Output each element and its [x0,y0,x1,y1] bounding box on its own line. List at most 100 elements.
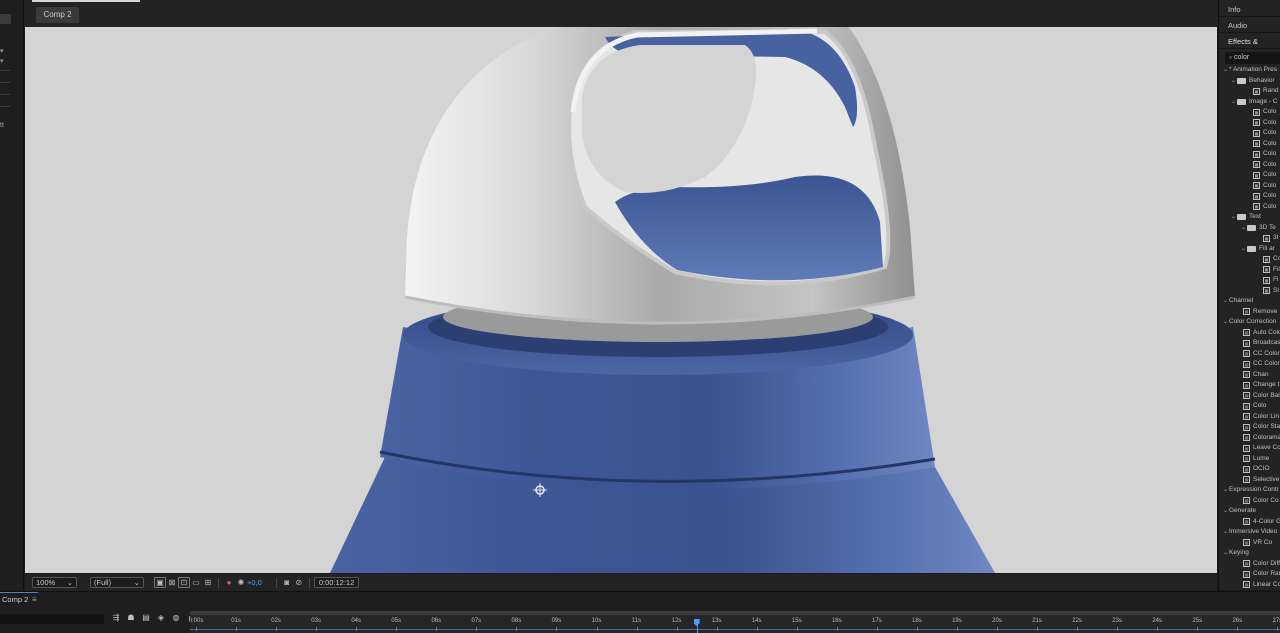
effects-tree-item[interactable]: ▦ Colo [1253,118,1276,128]
effects-presets-tab[interactable]: Effects & Presets [1219,34,1280,61]
effects-tree-item[interactable]: ▦ Rand [1253,86,1279,96]
chevron-down-icon[interactable]: ▾ [0,57,8,65]
preset-icon: ▦ [1253,182,1260,189]
effects-tree-item[interactable]: ▤ Broadcas [1243,338,1280,348]
effects-tree-item[interactable]: ▦ Fil [1263,265,1280,275]
channel-rgb-icon[interactable]: ● [223,577,235,588]
effects-tree-item[interactable]: ▦ Colo [1253,128,1276,138]
time-ruler-tick-label: 18s [912,618,922,624]
transparency-grid-icon[interactable]: ⊠ [166,577,178,588]
reset-exposure-icon[interactable]: ✺ [235,577,247,588]
camera-icon[interactable]: ◙ [281,577,293,588]
effects-tree-item[interactable]: ▦ Fl [1263,275,1278,285]
effects-tree-item[interactable]: ▦ Colo [1253,149,1276,159]
effects-tree-item[interactable]: ⌄ Color Correction [1223,317,1276,327]
effects-tree-item[interactable]: ▤ Remove [1243,307,1277,317]
effects-tree-item[interactable]: ▤ Colorama [1243,433,1280,443]
time-ruler-tick-label: 25s [1192,618,1203,624]
effects-tree-item[interactable]: ▤ Selective [1243,475,1279,485]
timeline-comp-tab[interactable]: Comp 2 [2,595,28,604]
effects-tree-item[interactable]: ▤ CC Color [1243,359,1280,369]
magnification-dropdown[interactable]: 100% ⌄ [32,577,77,588]
effects-tree-item[interactable]: ▤ Color Co [1243,496,1279,506]
timeline-search-input[interactable] [0,614,104,624]
effects-tree-item-label: Co [1273,255,1280,262]
effects-tree-item[interactable]: ▤ Color Bal [1243,391,1280,401]
effects-tree-item[interactable]: ⌄ Channel [1223,296,1253,306]
preset-icon: ▦ [1253,150,1260,158]
effects-tree-item[interactable]: ▤ Lume [1243,454,1269,464]
effects-tree-item-label: OCIO [1253,465,1270,472]
time-ruler-tick-label: 06s [431,618,442,624]
effects-tree-item-label: Change t [1253,381,1280,388]
draft-3d-icon[interactable]: ☗ [126,613,136,623]
time-ruler-tick-label: 05s [391,618,402,624]
time-ruler-tick-label: 09s [551,618,562,624]
effects-tree-item[interactable]: ▦ Colo [1253,202,1276,212]
effects-tree-item[interactable]: ⌄ Generate [1223,506,1256,516]
time-ruler-tick-label: 22s [1072,618,1082,624]
effects-tree-item[interactable]: ⌄ Text [1231,212,1261,222]
effects-tree-item[interactable]: ⌄ 3D Te [1241,223,1276,233]
motion-blur-icon[interactable]: ◍ [171,613,181,623]
effects-tree-item-label: Fil [1273,265,1280,273]
exposure-value[interactable]: +0,0 [247,578,262,587]
effects-tree-item[interactable]: ▤ Color Lin [1243,412,1279,422]
work-area-bar[interactable] [190,611,1280,615]
composition-viewer[interactable] [25,27,1217,573]
effects-tree-item[interactable]: ▤ 4-Color G [1243,517,1280,527]
time-ruler[interactable]: 0:00s 01s 02s 03s 04s 05s 06s 07s 08s 09s 10s 11s 12… [189,611,1280,633]
show-snapshot-icon[interactable]: ⊘ [293,577,305,588]
effects-tree-item[interactable]: ▤ Chan [1243,370,1269,380]
effects-tree-item[interactable]: ▦ Sl [1263,286,1279,296]
effects-tree-item[interactable]: ▦ 3I [1263,233,1278,243]
time-ruler-tick [316,627,318,631]
fast-previews-icon[interactable]: ▣ [154,577,166,588]
effects-tree-item[interactable]: ▦ Colo [1253,160,1276,170]
menu-icon[interactable]: ≡ [32,595,37,604]
effects-tree-item[interactable]: ▤ Linear Co [1243,580,1280,590]
effects-tree-item[interactable]: ▤ OCIO [1243,464,1270,474]
effects-tree-item[interactable]: ▦ Colo [1253,107,1276,117]
audio-tab[interactable]: Audio [1219,18,1280,33]
effects-tree-item[interactable]: ▤ Leave Co [1243,443,1280,453]
chevron-down-icon[interactable]: ▾ [0,47,8,55]
shy-layers-icon[interactable]: ▤ [141,613,151,623]
frame-blending-icon[interactable]: ◈ [156,613,166,623]
mask-visibility-icon[interactable]: ▭ [190,577,202,588]
effects-tree-item[interactable]: ▤ Color Ran [1243,569,1280,579]
effects-tree-item[interactable]: ⌄ Keying [1223,548,1249,558]
resolution-dropdown[interactable]: (Full) ⌄ [90,577,144,588]
effects-search-input[interactable]: ⌕ color [1225,52,1280,64]
project-item-label: tt [0,122,4,129]
effects-tree-item[interactable]: ▤ Auto Colo [1243,328,1280,338]
effects-tree-item[interactable]: ▦ Colo [1253,170,1276,180]
info-tab[interactable]: Info [1219,2,1280,17]
effects-tree-item[interactable]: ⌄ * Animation Pres [1223,65,1277,75]
effects-tree-item[interactable]: ⌄ Image - C [1231,97,1278,107]
effects-tree-item[interactable]: ⌄ Immersive Video [1223,527,1277,537]
effects-tree-item[interactable]: ▤ CC Color [1243,349,1280,359]
resolution-value: (Full) [94,578,112,587]
effects-tree-item[interactable]: ▤ Colo [1243,401,1266,411]
effects-tree-item-label: Colorama [1253,433,1280,441]
composition-mini-flowchart-icon[interactable]: ⇶ [111,613,121,623]
time-ruler-tick [236,627,238,631]
effects-tree-item[interactable]: ▤ Color Diff [1243,559,1280,569]
effects-tree-item[interactable]: ▦ Colo [1253,191,1276,201]
effects-tree-item[interactable]: ⌄ Fill ar [1241,244,1275,254]
effects-tree-item[interactable]: ▤ VR Co [1243,538,1272,548]
chevron-down-icon: ⌄ [133,578,140,587]
current-time-display[interactable]: 0:00:12:12 [313,577,360,588]
grid-guides-icon[interactable]: ⊞ [202,577,214,588]
time-ruler-tick [1157,627,1159,631]
effects-tree-item[interactable]: ▤ Change t [1243,380,1279,390]
comp-tab[interactable]: Comp 2 [36,7,79,23]
region-of-interest-icon[interactable]: ⊡ [178,577,190,588]
effects-tree-item[interactable]: ⌄ Expression Contr [1223,485,1279,495]
effects-tree-item[interactable]: ▦ Colo [1253,181,1276,191]
effects-tree-item[interactable]: ▦ Colo [1253,139,1276,149]
effects-tree-item[interactable]: ▦Co [1263,254,1280,264]
effects-tree-item[interactable]: ⌄ Behavior [1231,76,1275,86]
effects-tree-item[interactable]: ▤ Color Sta [1243,422,1280,432]
